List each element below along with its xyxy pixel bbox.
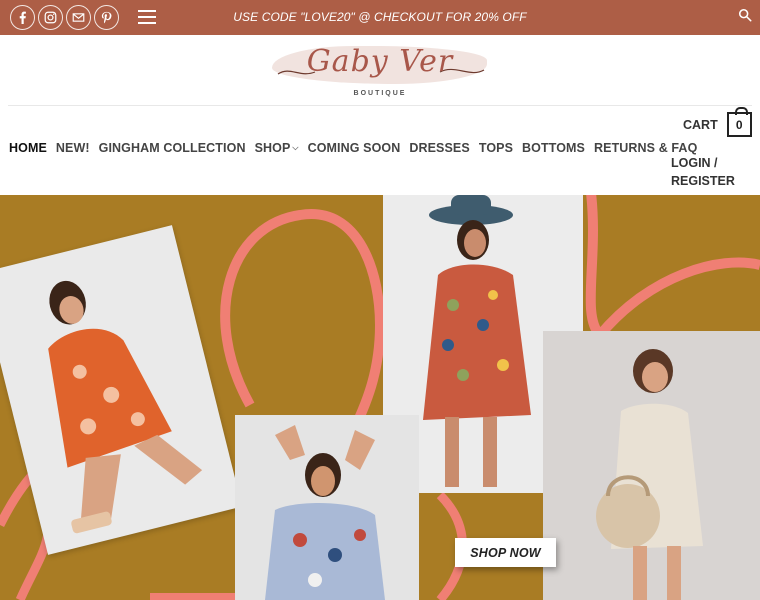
nav-item-gingham-collection[interactable]: GINGHAM COLLECTION (99, 141, 246, 155)
hero-photo-cream-dress-bag (543, 331, 760, 600)
header-divider (8, 105, 752, 106)
nav-label: NEW! (55, 141, 90, 155)
nav-item-tops[interactable]: TOPS (479, 141, 513, 155)
chevron-down-icon: ⌵ (292, 143, 299, 152)
cart-icon: 0 (726, 107, 752, 137)
menu-icon[interactable] (138, 10, 156, 24)
nav-label: DRESSES (409, 141, 470, 155)
nav-label: HOME (9, 141, 47, 155)
nav-label: GINGHAM COLLECTION (98, 141, 246, 155)
top-bar: USE CODE "LOVE20" @ CHECKOUT FOR 20% OFF (0, 0, 760, 35)
login-label: LOGIN / (671, 156, 718, 170)
email-icon[interactable] (66, 5, 91, 30)
shop-now-button[interactable]: SHOP NOW (455, 538, 556, 567)
social-links (10, 5, 119, 30)
nav-item-returns-faq[interactable]: RETURNS & FAQ (594, 141, 697, 155)
nav-label: SHOP (254, 141, 291, 155)
cart-label: CART (683, 117, 718, 132)
main-nav: HOME NEW! GINGHAM COLLECTION SHOP ⌵ COMIN… (9, 141, 697, 155)
promo-banner-text: USE CODE "LOVE20" @ CHECKOUT FOR 20% OFF (233, 10, 527, 24)
login-register-link[interactable]: LOGIN / REGISTER (671, 154, 751, 190)
nav-item-bottoms[interactable]: BOTTOMS (522, 141, 585, 155)
site-logo[interactable]: Gaby Ver BOUTIQUE (270, 38, 490, 104)
nav-label: BOTTOMS (522, 141, 585, 155)
hero-photo-print-dress (235, 415, 419, 600)
nav-label: COMING SOON (307, 141, 401, 155)
cart-link[interactable]: CART 0 (683, 107, 752, 137)
nav-label: RETURNS & FAQ (594, 141, 698, 155)
nav-item-coming-soon[interactable]: COMING SOON (308, 141, 401, 155)
facebook-icon[interactable] (10, 5, 35, 30)
nav-label: TOPS (478, 141, 514, 155)
search-icon[interactable] (738, 8, 752, 22)
instagram-icon[interactable] (38, 5, 63, 30)
hero-banner[interactable]: SHOP NOW (0, 195, 760, 600)
logo-subtitle: BOUTIQUE (353, 90, 407, 97)
pinterest-icon[interactable] (94, 5, 119, 30)
cart-count: 0 (735, 117, 743, 132)
nav-item-home[interactable]: HOME (9, 141, 47, 155)
nav-item-new[interactable]: NEW! (56, 141, 90, 155)
nav-item-shop[interactable]: SHOP ⌵ (255, 141, 299, 155)
register-label: REGISTER (671, 174, 735, 188)
nav-item-dresses[interactable]: DRESSES (409, 141, 469, 155)
logo-name: Gaby Ver (306, 44, 454, 79)
